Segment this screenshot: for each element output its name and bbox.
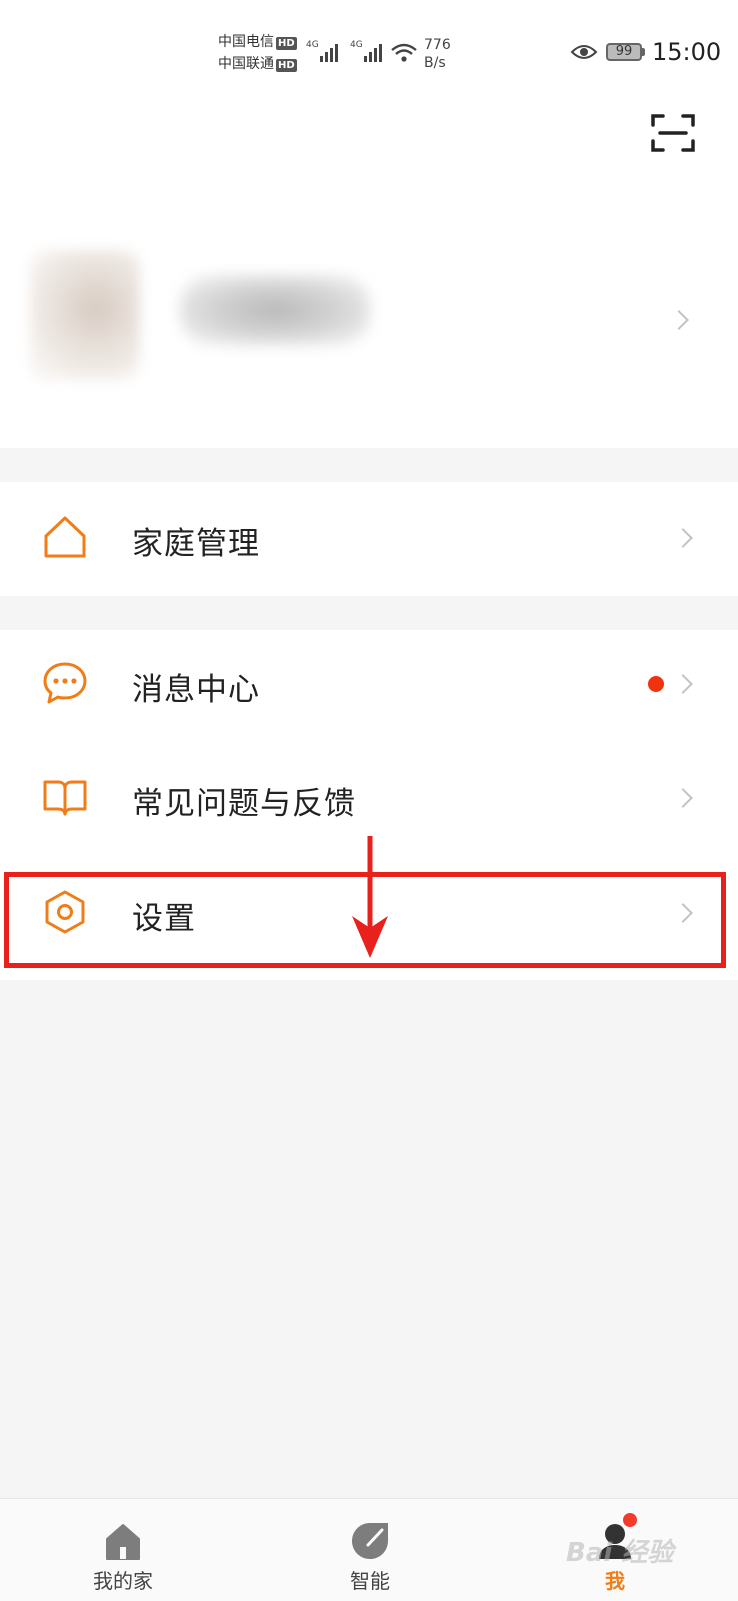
battery-icon: 99: [606, 43, 642, 61]
tab-my-home[interactable]: 我的家: [43, 1499, 203, 1601]
eye-icon: [570, 45, 598, 59]
unread-dot: [648, 676, 664, 692]
profile-card[interactable]: [0, 220, 738, 420]
tab-label: 我: [605, 1569, 625, 1593]
smart-leaf-icon: [352, 1523, 388, 1559]
avatar[interactable]: [30, 250, 140, 380]
status-bar: 中国电信 HD 中国联通 HD 4G 4G 776 B/s 99 15:00: [0, 0, 738, 100]
home-filled-icon: [106, 1524, 140, 1560]
chevron-right-icon: [673, 528, 693, 548]
clock: 15:00: [652, 38, 722, 66]
user-name-blurred: [180, 275, 370, 345]
family-card: 家庭管理: [0, 482, 738, 596]
watermark: Bai 经验: [566, 1538, 674, 1568]
svg-text:4G: 4G: [350, 40, 363, 50]
wifi-icon: [391, 43, 417, 62]
hd-badge: HD: [276, 59, 297, 72]
hd-badge: HD: [276, 37, 297, 50]
down-arrow-annotation: [352, 836, 388, 958]
tab-label: 我的家: [93, 1569, 153, 1593]
carrier-1: 中国电信 HD: [218, 34, 297, 50]
scan-icon[interactable]: [650, 112, 696, 154]
chevron-right-icon: [673, 788, 693, 808]
signal-icon-2: 4G: [350, 40, 382, 62]
carrier-2: 中国联通 HD: [218, 56, 297, 72]
tab-label: 智能: [350, 1569, 390, 1593]
menu-item-label: 常见问题与反馈: [132, 786, 356, 822]
menu-item-messages[interactable]: 消息中心: [0, 630, 738, 740]
menu-item-label: 消息中心: [132, 672, 260, 708]
battery-tip: [642, 48, 645, 56]
carrier-1-name: 中国电信: [218, 34, 274, 50]
carrier-2-name: 中国联通: [218, 56, 274, 72]
menu-item-label: 家庭管理: [132, 526, 260, 562]
tab-smart[interactable]: 智能: [290, 1499, 450, 1601]
svg-text:4G: 4G: [306, 40, 319, 50]
net-speed-value: 776: [424, 37, 451, 53]
home-outline-icon: [44, 516, 86, 558]
net-speed-unit: B/s: [424, 55, 446, 71]
menu-item-family[interactable]: 家庭管理: [0, 484, 738, 594]
net-speed: 776 B/s: [424, 36, 451, 72]
chevron-right-icon: [669, 310, 689, 330]
open-book-icon: [43, 780, 87, 816]
chevron-right-icon: [673, 674, 693, 694]
signal-icon: 4G: [306, 40, 338, 62]
notification-badge: [621, 1511, 639, 1529]
chat-bubble-icon: [43, 662, 87, 704]
